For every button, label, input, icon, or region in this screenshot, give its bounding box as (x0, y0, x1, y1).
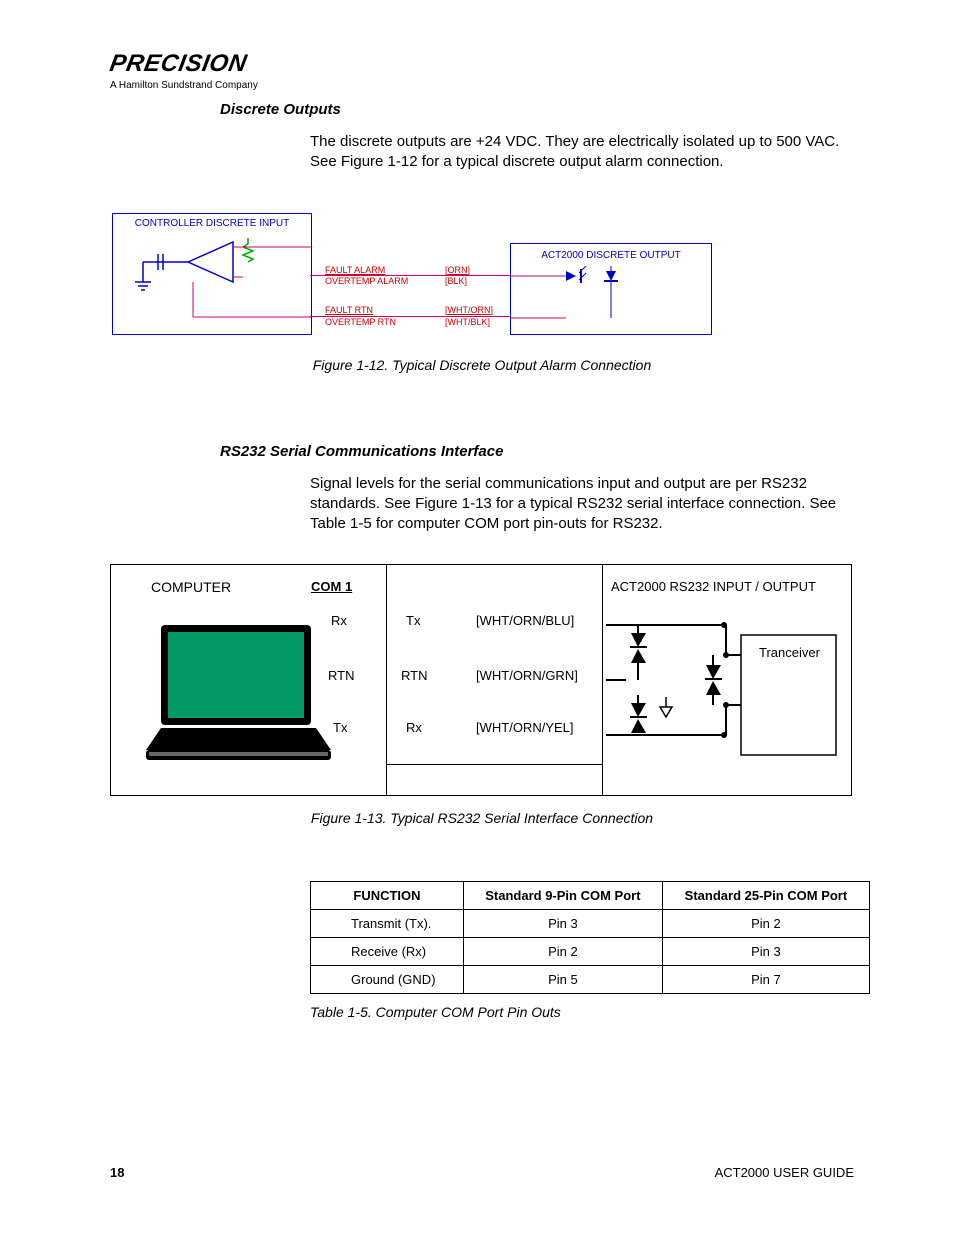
table-header-row: FUNCTION Standard 9-Pin COM Port Standar… (311, 882, 870, 910)
output-box-title: ACT2000 DISCRETE OUTPUT (511, 250, 711, 261)
controller-discrete-input-box: CONTROLLER DISCRETE INPUT (112, 213, 312, 335)
cell-func: Transmit (Tx). (311, 910, 464, 938)
cell-func: Receive (Rx) (311, 938, 464, 966)
label-wire2: [WHT/ORN/GRN] (476, 668, 578, 683)
label-overtemp-rtn: OVERTEMP RTN (325, 317, 396, 327)
act2000-discrete-output-box: ACT2000 DISCRETE OUTPUT (510, 243, 712, 335)
label-rx-mid: Rx (406, 720, 422, 735)
table-row: Receive (Rx) Pin 2 Pin 3 (311, 938, 870, 966)
label-wire1: [WHT/ORN/BLU] (476, 613, 574, 628)
label-com1: COM 1 (311, 579, 352, 594)
label-wire3: [WHT/ORN/YEL] (476, 720, 574, 735)
footer-guide: ACT2000 USER GUIDE (715, 1165, 854, 1180)
cell-25pin: Pin 3 (662, 938, 869, 966)
cell-25pin: Pin 2 (662, 910, 869, 938)
table-com-port-pinouts: FUNCTION Standard 9-Pin COM Port Standar… (310, 881, 870, 994)
page-footer: 18 ACT2000 USER GUIDE (110, 1165, 854, 1180)
logo-subtitle: A Hamilton Sundstrand Company (110, 80, 854, 91)
cell-9pin: Pin 3 (463, 910, 662, 938)
table-row: Ground (GND) Pin 5 Pin 7 (311, 966, 870, 994)
table-row: Transmit (Tx). Pin 3 Pin 2 (311, 910, 870, 938)
section-heading-discrete-outputs: Discrete Outputs (220, 101, 854, 118)
logo-block: PRECISION A Hamilton Sundstrand Company (110, 50, 854, 91)
label-overtemp-alarm: OVERTEMP ALARM (325, 276, 408, 286)
label-overtemp-rtn-color: [WHT/BLK] (445, 317, 490, 327)
output-schematic-icon (511, 266, 711, 336)
rs232-schematic-icon (606, 605, 851, 775)
th-function: FUNCTION (311, 882, 464, 910)
th-25pin: Standard 25-Pin COM Port (662, 882, 869, 910)
label-tx-mid: Tx (406, 613, 420, 628)
figure-hline (387, 764, 602, 765)
label-act2000-rs232: ACT2000 RS232 INPUT / OUTPUT (611, 579, 816, 594)
table-1-5-caption: Table 1-5. Computer COM Port Pin Outs (310, 1004, 854, 1020)
section-heading-rs232: RS232 Serial Communications Interface (220, 443, 854, 460)
label-computer: COMPUTER (151, 579, 231, 595)
label-fault-rtn-color: [WHT/ORN] (445, 305, 493, 315)
logo-name: PRECISION (108, 50, 249, 78)
controller-schematic-icon (113, 232, 311, 332)
paragraph-rs232: Signal levels for the serial communicati… (310, 474, 854, 535)
paragraph-discrete-outputs: The discrete outputs are +24 VDC. They a… (310, 132, 854, 173)
laptop-icon (146, 620, 336, 770)
controller-box-title: CONTROLLER DISCRETE INPUT (113, 218, 311, 229)
cell-func: Ground (GND) (311, 966, 464, 994)
page-number: 18 (110, 1165, 124, 1180)
label-rtn-mid: RTN (401, 668, 427, 683)
label-overtemp-alarm-color: [BLK] (445, 276, 467, 286)
cell-9pin: Pin 5 (463, 966, 662, 994)
figure-1-13-caption: Figure 1-13. Typical RS232 Serial Interf… (110, 810, 854, 826)
th-9pin: Standard 9-Pin COM Port (463, 882, 662, 910)
cell-25pin: Pin 7 (662, 966, 869, 994)
figure-1-12: CONTROLLER DISCRETE INPUT (110, 213, 854, 343)
cell-9pin: Pin 2 (463, 938, 662, 966)
label-tranceiver: Tranceiver (759, 645, 820, 660)
document-page: PRECISION A Hamilton Sundstrand Company … (0, 0, 954, 1235)
label-fault-rtn: FAULT RTN (325, 305, 373, 315)
figure-1-13: COMPUTER COM 1 Rx RTN Tx Tx RTN Rx [WHT/… (110, 564, 852, 796)
figure-divider-2 (602, 565, 603, 795)
label-fault-alarm-color: [ORN] (445, 265, 470, 275)
figure-1-12-caption: Figure 1-12. Typical Discrete Output Ala… (110, 357, 854, 373)
label-fault-alarm: FAULT ALARM (325, 265, 385, 275)
figure-divider-1 (386, 565, 387, 795)
